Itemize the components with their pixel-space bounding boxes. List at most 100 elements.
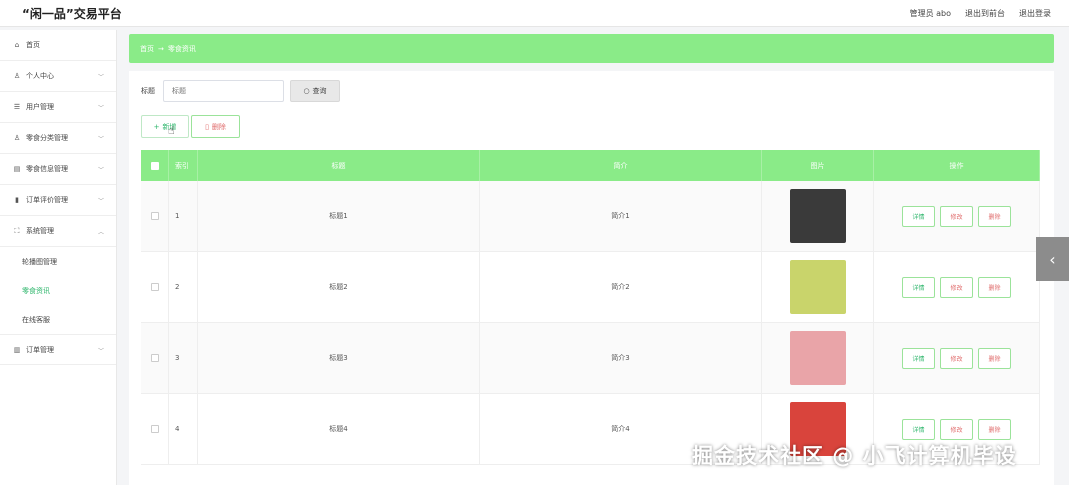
sidebar-item-profile[interactable]: ♙ 个人中心 ﹀ xyxy=(0,61,116,92)
bar-chart-icon: ▮ xyxy=(15,196,19,204)
sidebar-item-snack-info[interactable]: ▤ 零食信息管理 ﹀ xyxy=(0,154,116,185)
row-delete-button[interactable]: 删除 xyxy=(978,205,1011,227)
printer-icon: ▤ xyxy=(13,165,21,173)
row-checkbox[interactable] xyxy=(150,283,159,291)
row-index: 1 xyxy=(169,181,198,251)
sidebar-subitem-snack-news[interactable]: 零食资讯 xyxy=(0,276,116,305)
sidebar-item-category[interactable]: ♙ 零食分类管理 ﹀ xyxy=(0,123,116,154)
breadcrumb-current: 零食资讯 xyxy=(167,44,196,53)
sidebar-item-label: 零食信息管理 xyxy=(26,165,68,173)
breadcrumb-arrow: → xyxy=(158,44,164,53)
row-intro: 简介3 xyxy=(480,323,762,393)
chevron-down-icon: ﹀ xyxy=(97,136,104,143)
search-row: 标题 ○ 查询 xyxy=(141,80,340,102)
table-row: 2 标题2 简介2 详情 修改 删除 xyxy=(141,252,1040,323)
search-label: 标题 xyxy=(141,87,155,95)
breadcrumb: 首页 → 零食资讯 xyxy=(129,34,1054,63)
delete-button[interactable]: ▯ 删除 xyxy=(191,115,240,138)
main-content: 首页 → 零食资讯 标题 ○ 查询 + 新增 ▯ 删除 索引 xyxy=(129,34,1054,485)
table-row: 3 标题3 简介3 详情 修改 删除 xyxy=(141,323,1040,394)
edit-button[interactable]: 修改 xyxy=(940,347,973,369)
row-index: 4 xyxy=(169,394,198,464)
chevron-down-icon: ﹀ xyxy=(97,105,104,112)
sidebar-item-users[interactable]: ☰ 用户管理 ﹀ xyxy=(0,92,116,123)
row-checkbox[interactable] xyxy=(150,212,159,220)
sidebar-subitem-carousel[interactable]: 轮播图管理 xyxy=(0,247,116,276)
header-select-all[interactable] xyxy=(141,150,169,181)
detail-button[interactable]: 详情 xyxy=(902,347,935,369)
header-index: 索引 xyxy=(169,150,198,181)
logout-link[interactable]: 退出登录 xyxy=(1019,8,1051,19)
row-intro: 简介1 xyxy=(480,181,762,251)
trash-icon: ▥ xyxy=(13,345,21,354)
sidebar-item-reviews[interactable]: ▮ 订单评价管理 ﹀ xyxy=(0,185,116,216)
search-button[interactable]: ○ 查询 xyxy=(290,80,340,102)
back-to-front-link[interactable]: 退出到前台 xyxy=(965,8,1005,19)
header-ops: 操作 xyxy=(874,150,1040,181)
sidebar-item-home[interactable]: ⌂ 首页 xyxy=(0,30,116,61)
row-index: 3 xyxy=(169,323,198,393)
edit-button[interactable]: 修改 xyxy=(940,205,973,227)
action-row: + 新增 ▯ 删除 xyxy=(141,115,240,138)
row-delete-button[interactable]: 删除 xyxy=(978,276,1011,298)
row-title: 标题4 xyxy=(198,394,480,464)
row-intro: 简介2 xyxy=(480,252,762,322)
chevron-up-icon: ︿ xyxy=(97,229,104,236)
header-intro: 简介 xyxy=(480,150,762,181)
home-icon: ⌂ xyxy=(14,41,20,49)
delete-button-label: 删除 xyxy=(211,122,226,131)
row-checkbox[interactable] xyxy=(150,354,159,362)
edit-button[interactable]: 修改 xyxy=(940,276,973,298)
row-delete-button[interactable]: 删除 xyxy=(978,418,1011,440)
sidebar-subitem-service[interactable]: 在线客服 xyxy=(0,305,116,334)
sidebar-item-label: 系统管理 xyxy=(26,227,54,235)
table-header: 索引 标题 简介 图片 操作 xyxy=(141,150,1040,181)
row-delete-button[interactable]: 删除 xyxy=(978,347,1011,369)
sidebar-item-orders[interactable]: ▥ 订单管理 ﹀ xyxy=(0,334,116,365)
side-collapse-tab[interactable]: ‹ xyxy=(1036,237,1069,281)
search-input[interactable] xyxy=(163,80,284,102)
sidebar-item-label: 个人中心 xyxy=(26,72,54,80)
detail-button[interactable]: 详情 xyxy=(902,205,935,227)
row-thumbnail xyxy=(789,189,846,243)
frame-icon: ⛶ xyxy=(14,226,20,235)
chevron-down-icon: ﹀ xyxy=(97,348,104,355)
content-panel: 标题 ○ 查询 + 新增 ▯ 删除 索引 标题 简介 图片 xyxy=(129,71,1054,485)
sidebar-item-label: 首页 xyxy=(26,41,40,49)
checkbox[interactable] xyxy=(150,161,159,170)
row-thumbnail xyxy=(789,331,846,385)
search-button-label: 查询 xyxy=(312,87,327,95)
top-bar: “闲一品”交易平台 管理员 abo 退出到前台 退出登录 xyxy=(0,0,1069,27)
sidebar-item-label: 订单管理 xyxy=(26,345,54,354)
table-body: 1 标题1 简介1 详情 修改 删除 2 标题2 简介2 详情 修改 删除 3 … xyxy=(141,181,1040,465)
search-icon: ○ xyxy=(303,87,310,95)
header-title: 标题 xyxy=(198,150,480,181)
sidebar: ⌂ 首页 ♙ 个人中心 ﹀ ☰ 用户管理 ﹀ ♙ 零食分类管理 ﹀ ▤ 零食信息… xyxy=(0,30,117,485)
chevron-down-icon: ﹀ xyxy=(97,167,104,174)
row-title: 标题2 xyxy=(198,252,480,322)
row-thumbnail xyxy=(789,260,846,314)
row-checkbox[interactable] xyxy=(150,425,159,433)
watermark: 掘金技术社区 @ 小飞计算机毕设 xyxy=(692,444,1017,468)
add-button[interactable]: + 新增 xyxy=(141,115,189,138)
sidebar-item-label: 订单评价管理 xyxy=(26,196,68,204)
sidebar-item-label: 零食分类管理 xyxy=(26,134,68,142)
breadcrumb-home[interactable]: 首页 xyxy=(140,44,154,54)
person-icon: ♙ xyxy=(13,72,21,80)
current-user: 管理员 abo xyxy=(909,9,951,18)
chevron-down-icon: ﹀ xyxy=(97,74,104,81)
data-table: 索引 标题 简介 图片 操作 1 标题1 简介1 详情 修改 删除 2 标题2 … xyxy=(141,150,1040,465)
detail-button[interactable]: 详情 xyxy=(902,276,935,298)
row-title: 标题3 xyxy=(198,323,480,393)
top-right-menu: 管理员 abo 退出到前台 退出登录 xyxy=(910,8,1051,19)
list-icon: ☰ xyxy=(13,103,21,111)
brand-title: “闲一品”交易平台 xyxy=(22,7,122,21)
trash-icon: ▯ xyxy=(205,122,209,131)
sidebar-item-system[interactable]: ⛶ 系统管理 ︿ xyxy=(0,216,116,247)
plus-icon: + xyxy=(153,122,160,131)
detail-button[interactable]: 详情 xyxy=(902,418,935,440)
sidebar-item-label: 用户管理 xyxy=(26,103,54,111)
person-icon: ♙ xyxy=(13,134,21,142)
edit-button[interactable]: 修改 xyxy=(940,418,973,440)
row-title: 标题1 xyxy=(198,181,480,251)
